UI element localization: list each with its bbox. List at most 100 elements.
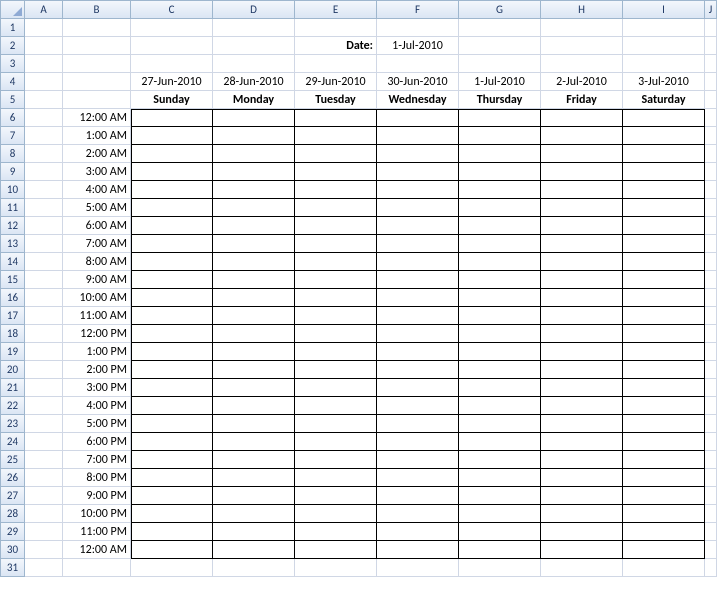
cell-G17[interactable]	[459, 307, 541, 325]
cell-D4[interactable]: 28-Jun-2010	[213, 73, 295, 91]
cell-J30[interactable]	[705, 541, 717, 559]
cell-A3[interactable]	[25, 55, 63, 73]
cell-F30[interactable]	[377, 541, 459, 559]
cell-G25[interactable]	[459, 451, 541, 469]
cell-E11[interactable]	[295, 199, 377, 217]
cell-G30[interactable]	[459, 541, 541, 559]
cell-C8[interactable]	[131, 145, 213, 163]
cell-H29[interactable]	[541, 523, 623, 541]
cell-E18[interactable]	[295, 325, 377, 343]
cell-F31[interactable]	[377, 559, 459, 577]
spreadsheet-grid[interactable]: ABCDEFGHIJ12Date:1-Jul-20103427-Jun-2010…	[0, 0, 717, 577]
cell-D6[interactable]	[213, 109, 295, 127]
row-header-1[interactable]: 1	[1, 19, 25, 37]
cell-E26[interactable]	[295, 469, 377, 487]
cell-C22[interactable]	[131, 397, 213, 415]
cell-D3[interactable]	[213, 55, 295, 73]
row-header-13[interactable]: 13	[1, 235, 25, 253]
cell-F28[interactable]	[377, 505, 459, 523]
cell-G31[interactable]	[459, 559, 541, 577]
cell-G26[interactable]	[459, 469, 541, 487]
row-header-2[interactable]: 2	[1, 37, 25, 55]
cell-B10[interactable]: 4:00 AM	[63, 181, 131, 199]
cell-E27[interactable]	[295, 487, 377, 505]
cell-B3[interactable]	[63, 55, 131, 73]
cell-C7[interactable]	[131, 127, 213, 145]
cell-J9[interactable]	[705, 163, 717, 181]
cell-I10[interactable]	[623, 181, 705, 199]
cell-E9[interactable]	[295, 163, 377, 181]
cell-H16[interactable]	[541, 289, 623, 307]
cell-D1[interactable]	[213, 19, 295, 37]
cell-F29[interactable]	[377, 523, 459, 541]
cell-B6[interactable]: 12:00 AM	[63, 109, 131, 127]
row-header-21[interactable]: 21	[1, 379, 25, 397]
cell-J11[interactable]	[705, 199, 717, 217]
cell-F2[interactable]: 1-Jul-2010	[377, 37, 459, 55]
cell-J21[interactable]	[705, 379, 717, 397]
cell-I11[interactable]	[623, 199, 705, 217]
cell-B22[interactable]: 4:00 PM	[63, 397, 131, 415]
cell-C31[interactable]	[131, 559, 213, 577]
cell-F4[interactable]: 30-Jun-2010	[377, 73, 459, 91]
cell-D21[interactable]	[213, 379, 295, 397]
cell-E10[interactable]	[295, 181, 377, 199]
cell-C9[interactable]	[131, 163, 213, 181]
cell-D29[interactable]	[213, 523, 295, 541]
row-header-30[interactable]: 30	[1, 541, 25, 559]
cell-G19[interactable]	[459, 343, 541, 361]
cell-J23[interactable]	[705, 415, 717, 433]
cell-E13[interactable]	[295, 235, 377, 253]
cell-F26[interactable]	[377, 469, 459, 487]
cell-A23[interactable]	[25, 415, 63, 433]
cell-B28[interactable]: 10:00 PM	[63, 505, 131, 523]
cell-B26[interactable]: 8:00 PM	[63, 469, 131, 487]
cell-D14[interactable]	[213, 253, 295, 271]
cell-E29[interactable]	[295, 523, 377, 541]
cell-H24[interactable]	[541, 433, 623, 451]
cell-A10[interactable]	[25, 181, 63, 199]
cell-F24[interactable]	[377, 433, 459, 451]
cell-H15[interactable]	[541, 271, 623, 289]
cell-D5[interactable]: Monday	[213, 91, 295, 109]
cell-G13[interactable]	[459, 235, 541, 253]
cell-D16[interactable]	[213, 289, 295, 307]
cell-H27[interactable]	[541, 487, 623, 505]
cell-C25[interactable]	[131, 451, 213, 469]
cell-C15[interactable]	[131, 271, 213, 289]
cell-H30[interactable]	[541, 541, 623, 559]
cell-J18[interactable]	[705, 325, 717, 343]
cell-J29[interactable]	[705, 523, 717, 541]
cell-G11[interactable]	[459, 199, 541, 217]
cell-H1[interactable]	[541, 19, 623, 37]
cell-J28[interactable]	[705, 505, 717, 523]
cell-J22[interactable]	[705, 397, 717, 415]
cell-G16[interactable]	[459, 289, 541, 307]
cell-B31[interactable]	[63, 559, 131, 577]
cell-I17[interactable]	[623, 307, 705, 325]
cell-B4[interactable]	[63, 73, 131, 91]
cell-C26[interactable]	[131, 469, 213, 487]
cell-F18[interactable]	[377, 325, 459, 343]
cell-I5[interactable]: Saturday	[623, 91, 705, 109]
cell-I28[interactable]	[623, 505, 705, 523]
cell-I20[interactable]	[623, 361, 705, 379]
cell-D31[interactable]	[213, 559, 295, 577]
row-header-20[interactable]: 20	[1, 361, 25, 379]
cell-A22[interactable]	[25, 397, 63, 415]
cell-H21[interactable]	[541, 379, 623, 397]
cell-B7[interactable]: 1:00 AM	[63, 127, 131, 145]
cell-E14[interactable]	[295, 253, 377, 271]
cell-J17[interactable]	[705, 307, 717, 325]
cell-F25[interactable]	[377, 451, 459, 469]
cell-G5[interactable]: Thursday	[459, 91, 541, 109]
cell-E15[interactable]	[295, 271, 377, 289]
cell-E17[interactable]	[295, 307, 377, 325]
cell-E31[interactable]	[295, 559, 377, 577]
cell-C30[interactable]	[131, 541, 213, 559]
cell-I24[interactable]	[623, 433, 705, 451]
cell-I29[interactable]	[623, 523, 705, 541]
cell-C21[interactable]	[131, 379, 213, 397]
cell-D25[interactable]	[213, 451, 295, 469]
cell-F5[interactable]: Wednesday	[377, 91, 459, 109]
